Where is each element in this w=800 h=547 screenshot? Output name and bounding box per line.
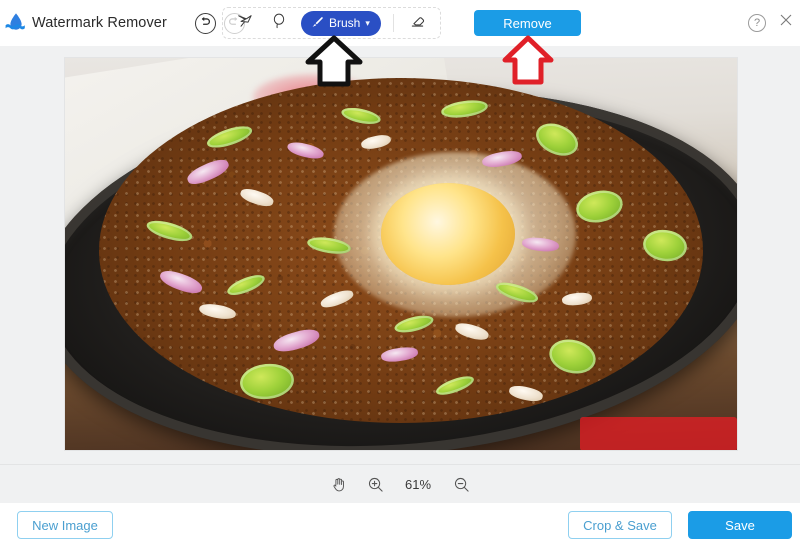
watermark-remover-window: Watermark Remover Brush ▾ Remove ? 61% N… — [0, 0, 800, 547]
polygonal-lasso-tool[interactable] — [229, 9, 261, 37]
window-controls: ? — [748, 12, 794, 33]
save-label: Save — [725, 517, 755, 533]
hand-tool-icon[interactable] — [329, 474, 349, 494]
brush-tool-label: Brush — [329, 16, 361, 30]
crop-and-save-button[interactable]: Crop & Save — [568, 511, 672, 539]
chevron-down-icon[interactable]: ▾ — [365, 18, 370, 28]
source-photo — [65, 58, 737, 450]
top-toolbar: Watermark Remover Brush ▾ Remove ? — [0, 0, 800, 46]
remove-button[interactable]: Remove — [474, 10, 581, 36]
water-drop-wave-icon — [4, 11, 28, 35]
eraser-icon — [408, 11, 427, 35]
annotation-arrow-remove — [500, 34, 556, 93]
brand: Watermark Remover — [0, 11, 167, 35]
brush-icon — [310, 15, 324, 32]
zoom-in-icon[interactable] — [365, 474, 385, 494]
editor-canvas-area[interactable] — [0, 35, 800, 464]
new-image-button[interactable]: New Image — [17, 511, 113, 539]
image-canvas[interactable] — [65, 58, 737, 450]
remove-button-label: Remove — [503, 15, 552, 31]
help-circle-icon[interactable]: ? — [748, 13, 766, 32]
zoom-level-label: 61% — [404, 476, 432, 492]
save-button[interactable]: Save — [688, 511, 792, 539]
undo-button[interactable] — [194, 12, 216, 34]
app-title: Watermark Remover — [32, 15, 167, 31]
help-label: ? — [753, 16, 761, 29]
new-image-label: New Image — [32, 517, 98, 533]
brush-selection-mask[interactable] — [580, 417, 737, 450]
crop-and-save-label: Crop & Save — [583, 517, 657, 533]
polygonal-lasso-icon — [236, 12, 254, 35]
annotation-arrow-brush — [302, 34, 366, 95]
close-icon[interactable] — [778, 12, 794, 33]
eraser-tool[interactable] — [402, 9, 434, 37]
footer-bar: New Image Crop & Save Save — [0, 503, 800, 547]
undo-arrow-icon — [199, 14, 211, 32]
zoom-toolbar: 61% — [0, 464, 800, 503]
lasso-tool[interactable] — [263, 9, 295, 37]
zoom-out-icon[interactable] — [451, 474, 471, 494]
toolbar-divider — [392, 14, 394, 32]
brush-tool-button[interactable]: Brush ▾ — [301, 10, 381, 36]
lasso-icon — [270, 12, 288, 35]
